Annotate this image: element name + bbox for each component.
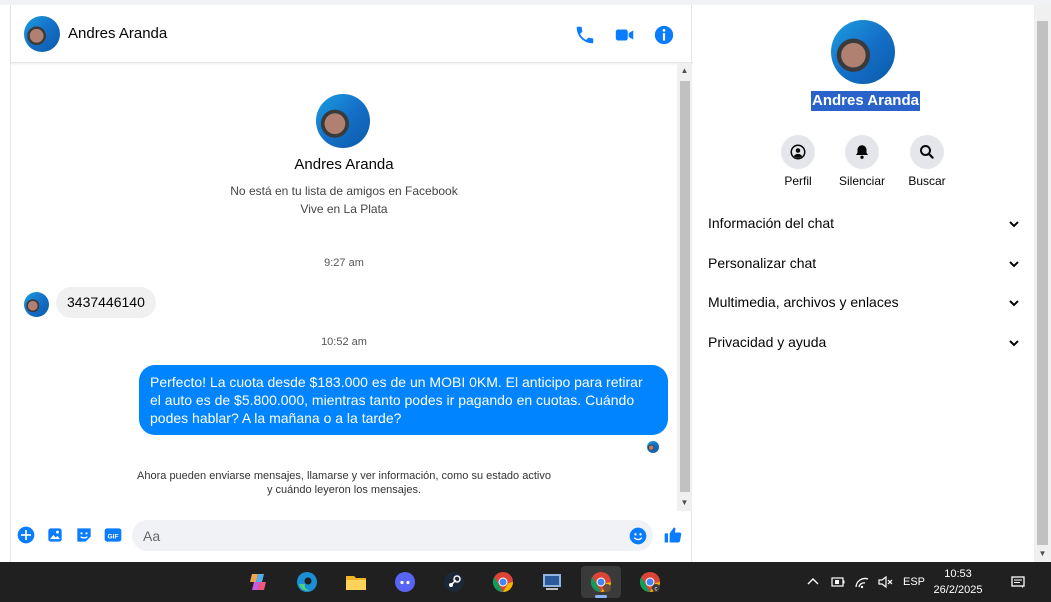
scroll-down-arrow[interactable]: ▼ bbox=[677, 495, 692, 511]
message-input-box[interactable] bbox=[132, 520, 653, 551]
section-chat-info[interactable]: Información del chat bbox=[708, 215, 1021, 235]
intro-location: Vive en La Plata bbox=[300, 202, 388, 216]
search-label: Buscar bbox=[908, 174, 946, 188]
section-chat-info-label: Información del chat bbox=[708, 215, 835, 231]
intro-name: Andres Aranda bbox=[294, 156, 394, 173]
section-privacy-help-label: Privacidad y ayuda bbox=[708, 334, 827, 350]
composer: GIF bbox=[11, 511, 693, 562]
chat-scrollbar[interactable]: ▲ ▼ bbox=[677, 63, 692, 511]
section-customize-chat-label: Personalizar chat bbox=[708, 255, 817, 271]
notification-icon[interactable] bbox=[1008, 562, 1028, 602]
panel-avatar[interactable] bbox=[831, 20, 895, 84]
attach-photo-icon[interactable] bbox=[45, 525, 65, 545]
sticker-icon[interactable] bbox=[74, 525, 94, 545]
seen-indicator-avatar bbox=[647, 441, 659, 453]
intro-avatar[interactable] bbox=[316, 94, 370, 148]
section-customize-chat[interactable]: Personalizar chat bbox=[708, 255, 1021, 275]
section-privacy-help[interactable]: Privacidad y ayuda bbox=[708, 334, 1021, 354]
wifi-icon[interactable] bbox=[853, 562, 871, 602]
section-media-files-links[interactable]: Multimedia, archivos y enlaces bbox=[708, 294, 1021, 314]
chrome-profile-c-icon[interactable]: c bbox=[630, 566, 670, 598]
chevron-down-icon[interactable] bbox=[1007, 217, 1021, 231]
message-list: Andres Aranda No está en tu lista de ami… bbox=[11, 63, 677, 511]
sender-avatar[interactable] bbox=[24, 292, 49, 317]
page-scrollbar[interactable]: ▼ bbox=[1034, 5, 1051, 562]
edge-icon[interactable] bbox=[287, 566, 327, 598]
clock-date: 26/2/2025 bbox=[933, 584, 983, 596]
panel-contact-name[interactable]: Andres Aranda bbox=[811, 91, 920, 111]
chrome-icon[interactable] bbox=[483, 566, 523, 598]
scroll-up-arrow[interactable]: ▲ bbox=[677, 63, 692, 79]
chat-header: Andres Aranda bbox=[11, 5, 693, 63]
gif-icon[interactable]: GIF bbox=[103, 525, 123, 545]
phone-icon[interactable] bbox=[574, 24, 596, 46]
screen: Andres Aranda Andres Aranda No está en t… bbox=[0, 0, 1051, 602]
svg-text:c: c bbox=[655, 587, 658, 593]
outgoing-message[interactable]: Perfecto! La cuota desde $183.000 es de … bbox=[139, 365, 668, 435]
message-input[interactable] bbox=[143, 526, 613, 546]
intro-friend-status: No está en tu lista de amigos en Faceboo… bbox=[230, 184, 458, 198]
section-media-files-links-label: Multimedia, archivos y enlaces bbox=[708, 294, 899, 310]
emoji-icon[interactable] bbox=[628, 526, 648, 546]
search-icon[interactable] bbox=[910, 135, 944, 169]
search-button[interactable]: Buscar bbox=[897, 135, 957, 188]
mute-button[interactable]: Silenciar bbox=[832, 135, 892, 188]
contact-avatar[interactable] bbox=[24, 16, 60, 52]
bell-icon[interactable] bbox=[845, 135, 879, 169]
chevron-down-icon[interactable] bbox=[1007, 336, 1021, 350]
steam-icon[interactable] bbox=[434, 566, 474, 598]
battery-icon[interactable] bbox=[829, 562, 847, 602]
page-scroll-thumb[interactable] bbox=[1037, 21, 1048, 545]
clock[interactable]: 10:53 26/2/2025 bbox=[928, 566, 988, 598]
copilot-icon[interactable] bbox=[238, 566, 278, 598]
page-scroll-down-arrow[interactable]: ▼ bbox=[1034, 546, 1051, 562]
speaker-muted-icon[interactable] bbox=[876, 562, 894, 602]
privacy-note: Ahora pueden enviarse mensajes, llamarse… bbox=[11, 469, 677, 497]
incoming-message[interactable]: 3437446140 bbox=[56, 287, 156, 318]
control-panel-icon[interactable] bbox=[532, 566, 572, 598]
chevron-up-icon[interactable] bbox=[805, 562, 821, 602]
profile-icon[interactable] bbox=[781, 135, 815, 169]
chevron-down-icon[interactable] bbox=[1007, 296, 1021, 310]
language-indicator[interactable]: ESP bbox=[899, 562, 929, 602]
timestamp: 9:27 am bbox=[324, 257, 364, 269]
chevron-down-icon[interactable] bbox=[1007, 257, 1021, 271]
video-call-icon[interactable] bbox=[614, 24, 636, 46]
file-explorer-icon[interactable] bbox=[336, 566, 376, 598]
more-actions-plus-icon[interactable] bbox=[16, 525, 36, 545]
profile-button[interactable]: Perfil bbox=[768, 135, 828, 188]
svg-text:GIF: GIF bbox=[107, 533, 118, 540]
chat-details-panel: Andres Aranda Perfil Silenciar Buscar In… bbox=[693, 5, 1034, 562]
privacy-note-line2: y cuándo leyeron los mensajes. bbox=[266, 484, 422, 496]
scroll-thumb[interactable] bbox=[680, 81, 690, 492]
chat-window: Andres Aranda Andres Aranda No está en t… bbox=[10, 5, 693, 562]
privacy-note-line1: Ahora pueden enviarse mensajes, llamarse… bbox=[137, 470, 551, 482]
info-icon[interactable] bbox=[653, 24, 675, 46]
discord-icon[interactable] bbox=[385, 566, 425, 598]
timestamp: 10:52 am bbox=[321, 336, 367, 348]
chrome-profile-icon[interactable] bbox=[581, 566, 621, 598]
taskbar: c ESP 10:53 26/2/2025 bbox=[0, 562, 1051, 602]
mute-label: Silenciar bbox=[838, 174, 886, 188]
contact-name[interactable]: Andres Aranda bbox=[68, 25, 167, 42]
profile-label: Perfil bbox=[784, 174, 812, 188]
clock-time: 10:53 bbox=[944, 568, 972, 580]
like-thumbs-up-icon[interactable] bbox=[663, 525, 683, 545]
